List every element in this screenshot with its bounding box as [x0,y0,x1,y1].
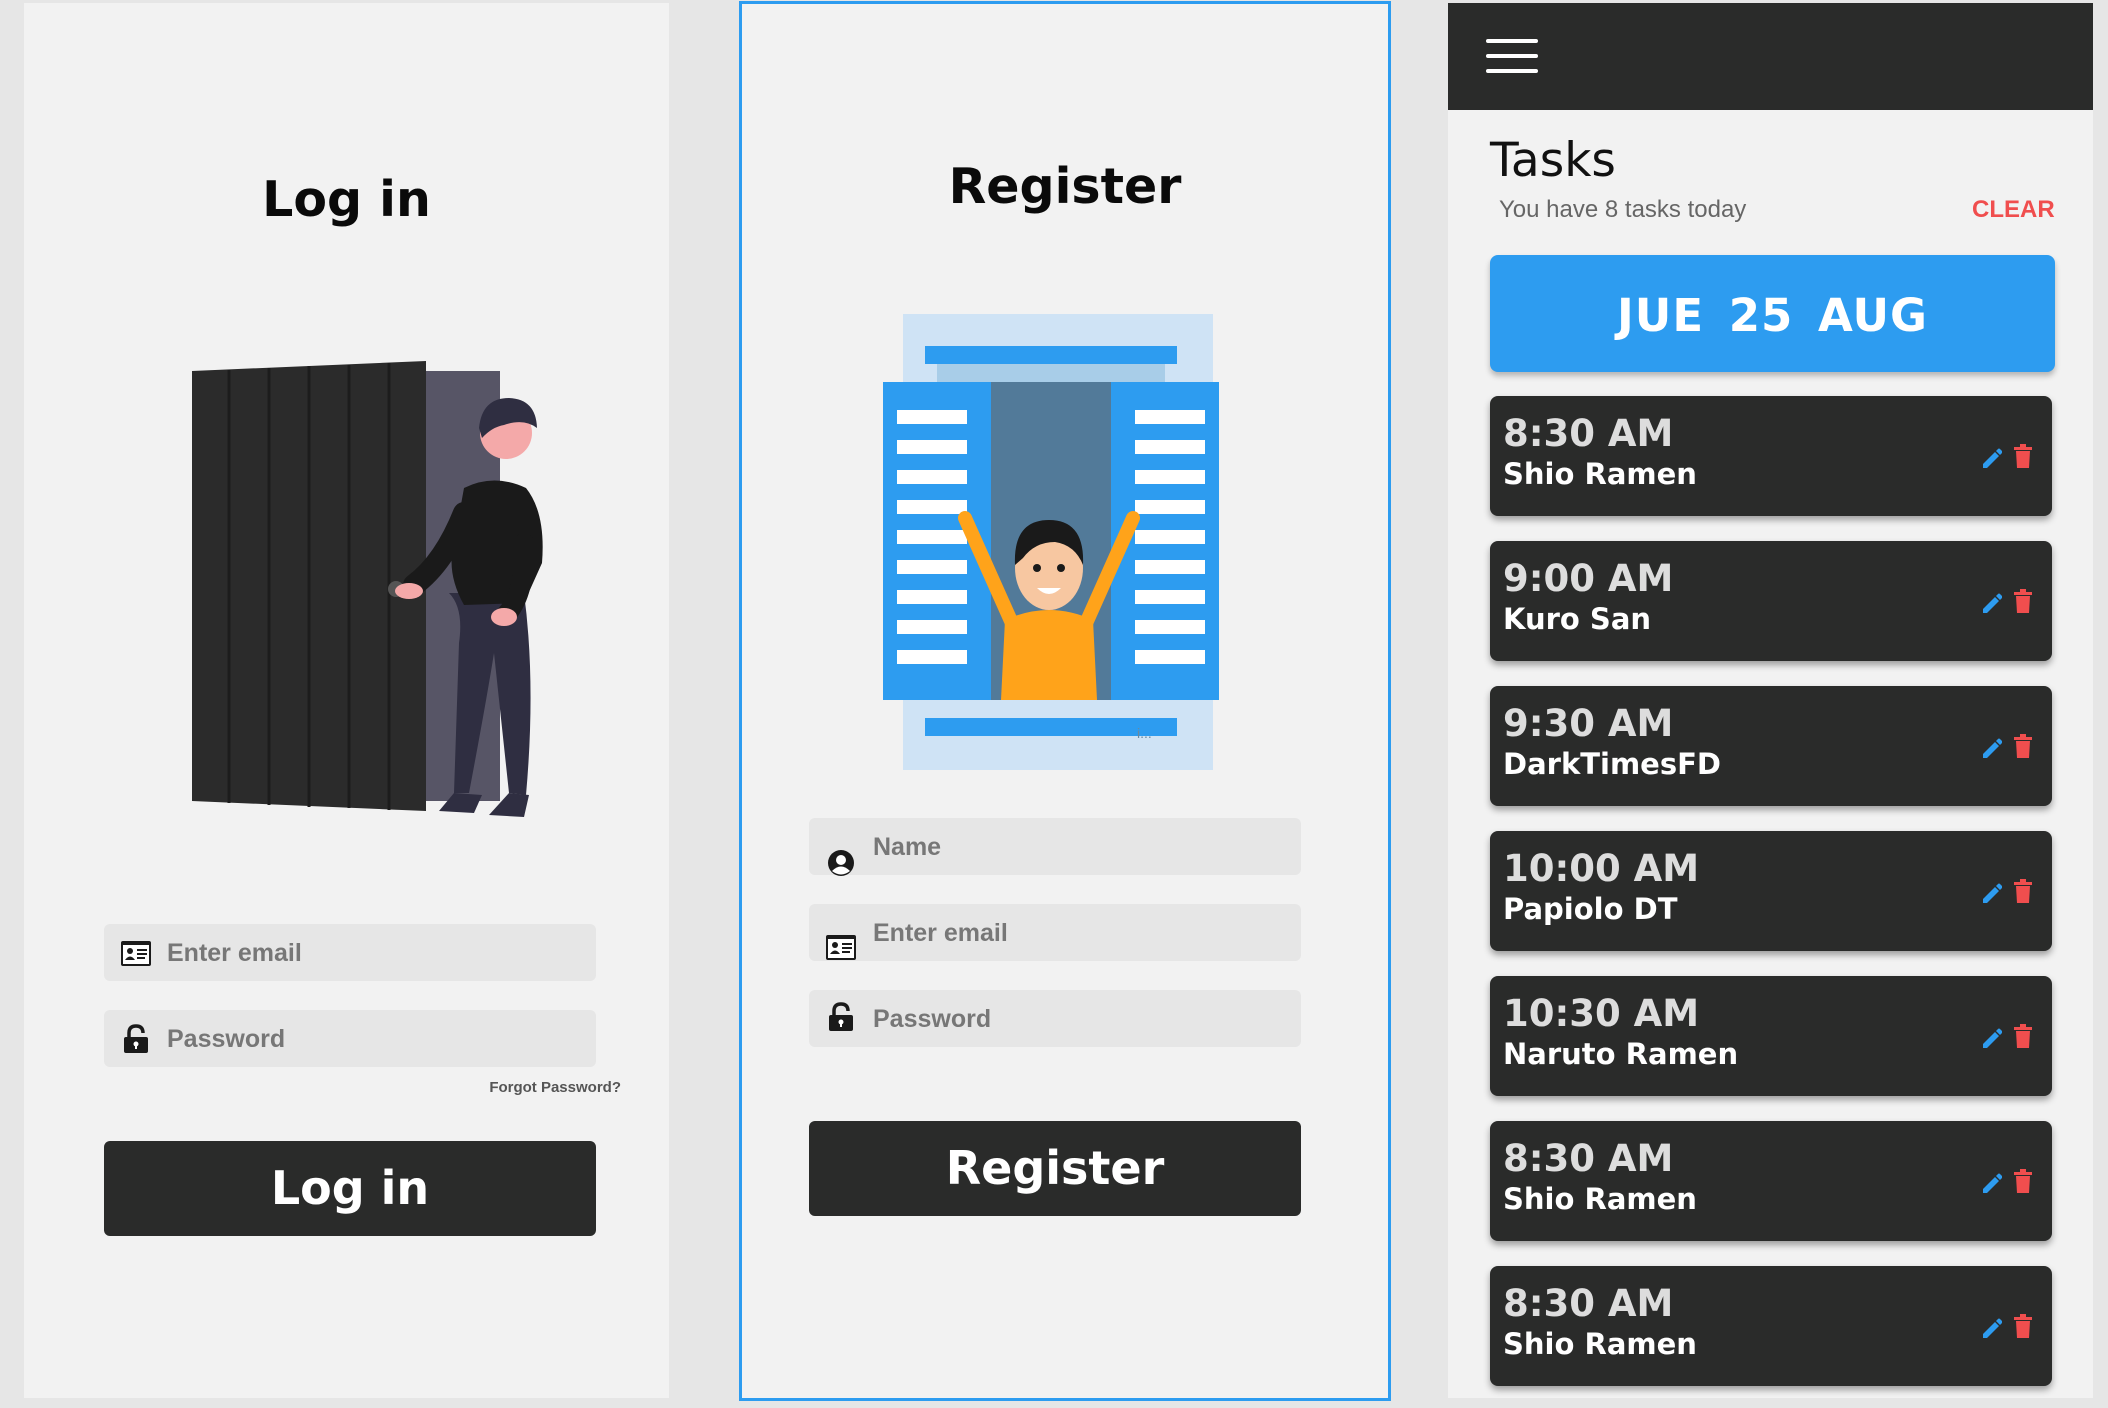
task-card[interactable]: 10:30 AM Naruto Ramen [1490,976,2052,1096]
task-time: 9:00 AM [1503,557,1674,600]
email-field[interactable]: Enter email [809,904,1301,961]
tasks-count-subtitle: You have 8 tasks today [1499,196,1747,223]
register-title: Register [948,158,1182,215]
task-time: 8:30 AM [1503,1282,1674,1325]
pencil-icon[interactable] [1980,443,2002,469]
login-screen: Log in Enter email Password Forgot Passw… [24,3,669,1398]
unlock-icon [124,1024,148,1053]
password-placeholder: Password [873,1005,992,1033]
task-name: Shio Ramen [1503,1182,1697,1216]
task-card[interactable]: 8:30 AM Shio Ramen [1490,396,2052,516]
register-screen: Register i... Name Enter email Password … [739,1,1391,1401]
id-card-icon [826,935,856,960]
clear-button[interactable]: CLEAR [1972,196,2055,224]
register-button[interactable]: Register [809,1121,1301,1216]
forgot-password-link[interactable]: Forgot Password? [424,1079,621,1096]
app-bar [1448,3,2093,110]
name-placeholder: Name [873,833,942,861]
user-circle-icon [828,850,854,876]
task-card[interactable]: 8:30 AM Shio Ramen [1490,1121,2052,1241]
trash-icon[interactable] [2014,589,2032,613]
date-label: JUE 25 AUG [1617,289,1928,342]
task-time: 10:30 AM [1503,992,1700,1035]
trash-icon[interactable] [2014,1169,2032,1193]
pencil-icon[interactable] [1980,588,2002,614]
task-time: 8:30 AM [1503,1137,1674,1180]
task-name: Kuro San [1503,602,1652,636]
email-placeholder: Enter email [167,939,302,967]
task-name: Shio Ramen [1503,457,1697,491]
task-card[interactable]: 8:30 AM Shio Ramen [1490,1266,2052,1386]
task-name: Shio Ramen [1503,1327,1697,1361]
password-placeholder: Password [167,1025,286,1053]
password-field[interactable]: Password [809,990,1301,1047]
tasks-screen: Tasks You have 8 tasks today CLEAR JUE 2… [1448,3,2093,1398]
hamburger-menu-icon[interactable] [1486,39,1538,75]
unlock-icon [829,1002,853,1031]
password-field[interactable]: Password [104,1010,596,1067]
login-button[interactable]: Log in [104,1141,596,1236]
trash-icon[interactable] [2014,1314,2032,1338]
task-card[interactable]: 10:00 AM Papiolo DT [1490,831,2052,951]
task-name: Papiolo DT [1503,892,1678,926]
task-card[interactable]: 9:30 AM DarkTimesFD [1490,686,2052,806]
task-card[interactable]: 9:00 AM Kuro San [1490,541,2052,661]
date-selector[interactable]: JUE 25 AUG [1490,255,2055,372]
task-time: 10:00 AM [1503,847,1700,890]
pencil-icon[interactable] [1980,1313,2002,1339]
task-time: 8:30 AM [1503,412,1674,455]
id-card-icon [121,941,151,966]
pencil-icon[interactable] [1980,733,2002,759]
task-time: 9:30 AM [1503,702,1674,745]
door-person-illustration [192,361,543,817]
page-title: Tasks [1490,133,1616,188]
trash-icon[interactable] [2014,1024,2032,1048]
pencil-icon[interactable] [1980,1168,2002,1194]
pencil-icon[interactable] [1980,878,2002,904]
email-field[interactable]: Enter email [104,924,596,981]
pencil-icon[interactable] [1980,1023,2002,1049]
email-placeholder: Enter email [873,919,1008,947]
task-name: Naruto Ramen [1503,1037,1739,1071]
trash-icon[interactable] [2014,734,2032,758]
trash-icon[interactable] [2014,444,2032,468]
task-name: DarkTimesFD [1503,747,1721,781]
name-field[interactable]: Name [809,818,1301,876]
trash-icon[interactable] [2014,879,2032,903]
illustration-caption: i... [1137,725,1152,741]
window-person-illustration: i... [883,314,1219,770]
login-title: Log in [262,171,431,228]
